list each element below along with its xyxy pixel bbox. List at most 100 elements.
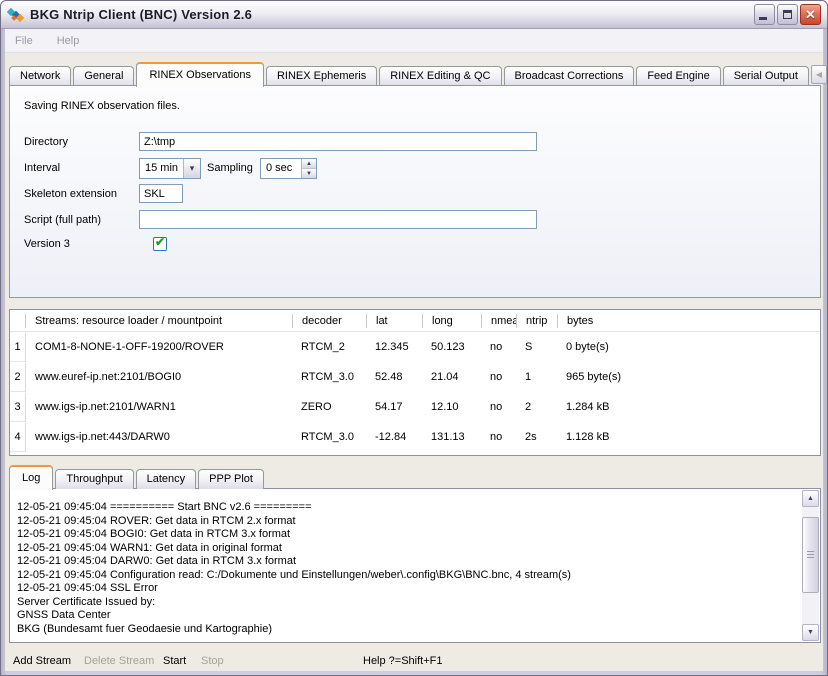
streams-table: Streams: resource loader / mountpoint de… bbox=[9, 309, 821, 456]
skeleton-extension-input[interactable] bbox=[139, 184, 183, 203]
tab-throughput[interactable]: Throughput bbox=[55, 469, 133, 489]
streams-table-header: Streams: resource loader / mountpoint de… bbox=[10, 310, 820, 332]
cell-long: 131.13 bbox=[422, 431, 481, 443]
tab-latency[interactable]: Latency bbox=[136, 469, 197, 489]
settings-tab-bar: Network General RINEX Observations RINEX… bbox=[9, 59, 819, 86]
cell-ntrip: 2 bbox=[516, 401, 557, 413]
output-tab-bar: Log Throughput Latency PPP Plot bbox=[9, 464, 266, 489]
script-input[interactable] bbox=[139, 210, 537, 229]
log-line: Server Certificate Issued by: bbox=[17, 596, 796, 610]
tab-broadcast-corrections[interactable]: Broadcast Corrections bbox=[504, 66, 635, 86]
directory-input[interactable] bbox=[139, 132, 537, 151]
tab-network[interactable]: Network bbox=[9, 66, 71, 86]
header-nmea[interactable]: nmea bbox=[481, 314, 516, 328]
scrollbar-thumb[interactable] bbox=[802, 517, 819, 593]
interval-label: Interval bbox=[24, 162, 60, 174]
row-number: 4 bbox=[10, 423, 26, 452]
log-scrollbar[interactable]: ▲ ▼ bbox=[802, 490, 819, 641]
app-window: BKG Ntrip Client (BNC) Version 2.6 ✕ Fil… bbox=[0, 0, 828, 676]
tab-feed-engine[interactable]: Feed Engine bbox=[636, 66, 720, 86]
cell-lat: 12.345 bbox=[366, 341, 422, 353]
cell-mountpoint: www.euref-ip.net:2101/BOGI0 bbox=[26, 371, 292, 383]
cell-mountpoint: COM1-8-NONE-1-OFF-19200/ROVER bbox=[26, 341, 292, 353]
cell-nmea: no bbox=[481, 341, 516, 353]
skeleton-extension-label: Skeleton extension bbox=[24, 188, 117, 200]
close-button[interactable]: ✕ bbox=[800, 4, 821, 25]
script-label: Script (full path) bbox=[24, 214, 101, 226]
interval-value: 15 min bbox=[140, 159, 183, 178]
delete-stream-button: Delete Stream bbox=[84, 655, 154, 667]
cell-ntrip: 1 bbox=[516, 371, 557, 383]
cell-lat: -12.84 bbox=[366, 431, 422, 443]
maximize-button[interactable] bbox=[777, 4, 798, 25]
spin-down-icon[interactable]: ▼ bbox=[302, 169, 316, 178]
cell-nmea: no bbox=[481, 431, 516, 443]
spin-up-icon[interactable]: ▲ bbox=[302, 159, 316, 169]
cell-long: 50.123 bbox=[422, 341, 481, 353]
cell-mountpoint: www.igs-ip.net:2101/WARN1 bbox=[26, 401, 292, 413]
sampling-label: Sampling bbox=[207, 162, 253, 174]
scroll-up-icon[interactable]: ▲ bbox=[802, 490, 819, 507]
header-ntrip[interactable]: ntrip bbox=[516, 314, 557, 328]
sampling-spinner[interactable]: 0 sec ▲ ▼ bbox=[260, 158, 317, 179]
stop-button: Stop bbox=[201, 655, 224, 667]
tab-scroll-left-icon[interactable]: ◀ bbox=[811, 65, 827, 84]
panel-description: Saving RINEX observation files. bbox=[24, 100, 180, 112]
version3-label: Version 3 bbox=[24, 238, 70, 250]
cell-bytes: 0 byte(s) bbox=[557, 341, 820, 353]
client-area: File Help Network General RINEX Observat… bbox=[5, 29, 823, 671]
row-number: 2 bbox=[10, 363, 26, 392]
cell-long: 21.04 bbox=[422, 371, 481, 383]
log-line: 12-05-21 09:45:04 BOGI0: Get data in RTC… bbox=[17, 528, 796, 542]
cell-bytes: 1.128 kB bbox=[557, 431, 820, 443]
tab-rinex-ephemeris[interactable]: RINEX Ephemeris bbox=[266, 66, 377, 86]
log-line: 12-05-21 09:45:04 WARN1: Get data in ori… bbox=[17, 542, 796, 556]
version3-checkbox[interactable]: ✔ bbox=[153, 237, 167, 251]
cell-lat: 52.48 bbox=[366, 371, 422, 383]
minimize-button[interactable] bbox=[754, 4, 775, 25]
tab-serial-output[interactable]: Serial Output bbox=[723, 66, 809, 86]
check-icon: ✔ bbox=[155, 235, 165, 249]
cell-ntrip: S bbox=[516, 341, 557, 353]
start-button[interactable]: Start bbox=[163, 655, 186, 667]
scroll-down-icon[interactable]: ▼ bbox=[802, 624, 819, 641]
table-row[interactable]: 4 www.igs-ip.net:443/DARW0 RTCM_3.0 -12.… bbox=[10, 422, 820, 452]
log-line: 12-05-21 09:45:04 Configuration read: C:… bbox=[17, 569, 796, 583]
tab-ppp-plot[interactable]: PPP Plot bbox=[198, 469, 264, 489]
cell-decoder: RTCM_3.0 bbox=[292, 371, 366, 383]
header-long[interactable]: long bbox=[422, 314, 481, 328]
help-shortcut-button[interactable]: Help ?=Shift+F1 bbox=[363, 655, 443, 667]
chevron-down-icon[interactable]: ▾ bbox=[183, 159, 200, 178]
table-row[interactable]: 1 COM1-8-NONE-1-OFF-19200/ROVER RTCM_2 1… bbox=[10, 332, 820, 362]
directory-label: Directory bbox=[24, 136, 68, 148]
cell-bytes: 965 byte(s) bbox=[557, 371, 820, 383]
tab-rinex-editing-qc[interactable]: RINEX Editing & QC bbox=[379, 66, 501, 86]
menu-file[interactable]: File bbox=[15, 35, 33, 47]
tab-general[interactable]: General bbox=[73, 66, 134, 86]
window-title: BKG Ntrip Client (BNC) Version 2.6 bbox=[30, 7, 252, 22]
interval-select[interactable]: 15 min ▾ bbox=[139, 158, 201, 179]
tab-log[interactable]: Log bbox=[9, 465, 53, 490]
tab-rinex-observations[interactable]: RINEX Observations bbox=[136, 62, 263, 87]
header-bytes[interactable]: bytes bbox=[557, 314, 820, 328]
cell-nmea: no bbox=[481, 401, 516, 413]
cell-lat: 54.17 bbox=[366, 401, 422, 413]
rinex-observations-panel: Saving RINEX observation files. Director… bbox=[9, 85, 821, 298]
log-line: GNSS Data Center bbox=[17, 609, 796, 623]
table-row[interactable]: 3 www.igs-ip.net:2101/WARN1 ZERO 54.17 1… bbox=[10, 392, 820, 422]
cell-bytes: 1.284 kB bbox=[557, 401, 820, 413]
header-mountpoint[interactable]: Streams: resource loader / mountpoint bbox=[26, 314, 292, 328]
cell-decoder: RTCM_3.0 bbox=[292, 431, 366, 443]
cell-nmea: no bbox=[481, 371, 516, 383]
cell-long: 12.10 bbox=[422, 401, 481, 413]
add-stream-button[interactable]: Add Stream bbox=[13, 655, 71, 667]
cell-decoder: ZERO bbox=[292, 401, 366, 413]
table-row[interactable]: 2 www.euref-ip.net:2101/BOGI0 RTCM_3.0 5… bbox=[10, 362, 820, 392]
log-text[interactable]: 12-05-21 09:45:04 ========== Start BNC v… bbox=[11, 489, 802, 641]
menu-help[interactable]: Help bbox=[57, 35, 80, 47]
header-lat[interactable]: lat bbox=[366, 314, 422, 328]
menu-bar: File Help bbox=[5, 29, 823, 53]
log-line: BKG (Bundesamt fuer Geodaesie und Kartog… bbox=[17, 623, 796, 637]
header-decoder[interactable]: decoder bbox=[292, 314, 366, 328]
log-line: 12-05-21 09:45:04 DARW0: Get data in RTC… bbox=[17, 555, 796, 569]
